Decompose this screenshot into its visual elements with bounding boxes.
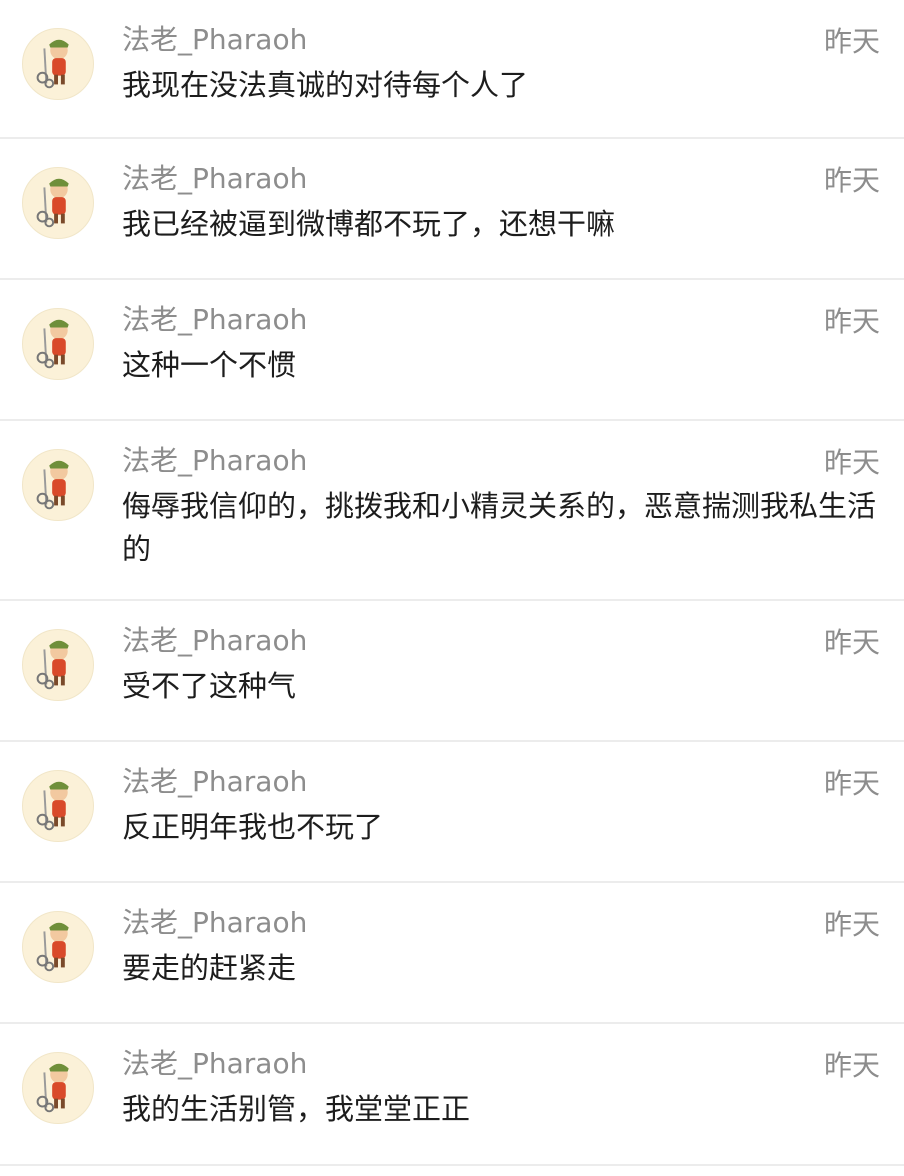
message-text: 我现在没法真诚的对待每个人了 <box>122 68 529 102</box>
cartoon-character-avatar-icon[interactable] <box>22 449 94 521</box>
message-item[interactable]: 法老_Pharaoh 昨天 受不了这种气 <box>0 601 904 742</box>
message-text: 受不了这种气 <box>122 669 297 703</box>
cartoon-character-avatar-icon[interactable] <box>22 1052 94 1124</box>
message-item[interactable]: 法老_Pharaoh 昨天 要走的赶紧走 <box>0 883 904 1024</box>
message-item[interactable]: 法老_Pharaoh 昨天 我已经被逼到微博都不玩了，还想干嘛 <box>0 139 904 280</box>
sender-name: 法老_Pharaoh <box>122 1047 308 1080</box>
sender-name: 法老_Pharaoh <box>122 162 308 195</box>
message-text: 我已经被逼到微博都不玩了，还想干嘛 <box>122 207 616 241</box>
message-time: 昨天 <box>823 908 880 941</box>
sender-name: 法老_Pharaoh <box>122 23 308 56</box>
message-item[interactable]: 法老_Pharaoh 昨天 我的生活别管，我堂堂正正 <box>0 1024 904 1166</box>
message-time: 昨天 <box>823 1049 880 1082</box>
cartoon-character-avatar-icon[interactable] <box>22 911 94 983</box>
cartoon-character-avatar-icon[interactable] <box>22 28 94 100</box>
message-text: 我的生活别管，我堂堂正正 <box>122 1092 471 1126</box>
message-item[interactable]: 法老_Pharaoh 昨天 我现在没法真诚的对待每个人了 <box>0 0 904 139</box>
message-list: 法老_Pharaoh 昨天 我现在没法真诚的对待每个人了 法老_Pharaoh … <box>0 0 904 1166</box>
message-item[interactable]: 法老_Pharaoh 昨天 反正明年我也不玩了 <box>0 742 904 883</box>
sender-name: 法老_Pharaoh <box>122 906 308 939</box>
message-time: 昨天 <box>823 25 880 58</box>
message-time: 昨天 <box>823 164 880 197</box>
message-text: 这种一个不惯 <box>122 348 297 382</box>
message-item[interactable]: 法老_Pharaoh 昨天 侮辱我信仰的，挑拨我和小精灵关系的，恶意揣测我私生活… <box>0 421 904 601</box>
sender-name: 法老_Pharaoh <box>122 624 308 657</box>
sender-name: 法老_Pharaoh <box>122 765 308 798</box>
cartoon-character-avatar-icon[interactable] <box>22 770 94 842</box>
cartoon-character-avatar-icon[interactable] <box>22 167 94 239</box>
message-time: 昨天 <box>823 446 880 479</box>
message-item[interactable]: 法老_Pharaoh 昨天 这种一个不惯 <box>0 280 904 421</box>
sender-name: 法老_Pharaoh <box>122 303 308 336</box>
sender-name: 法老_Pharaoh <box>122 444 308 477</box>
message-time: 昨天 <box>823 767 880 800</box>
message-text: 要走的赶紧走 <box>122 951 297 985</box>
message-time: 昨天 <box>823 305 880 338</box>
message-text: 反正明年我也不玩了 <box>122 810 384 844</box>
message-text: 侮辱我信仰的，挑拨我和小精灵关系的，恶意揣测我私生活的 <box>122 489 877 566</box>
message-time: 昨天 <box>823 626 880 659</box>
cartoon-character-avatar-icon[interactable] <box>22 308 94 380</box>
cartoon-character-avatar-icon[interactable] <box>22 629 94 701</box>
